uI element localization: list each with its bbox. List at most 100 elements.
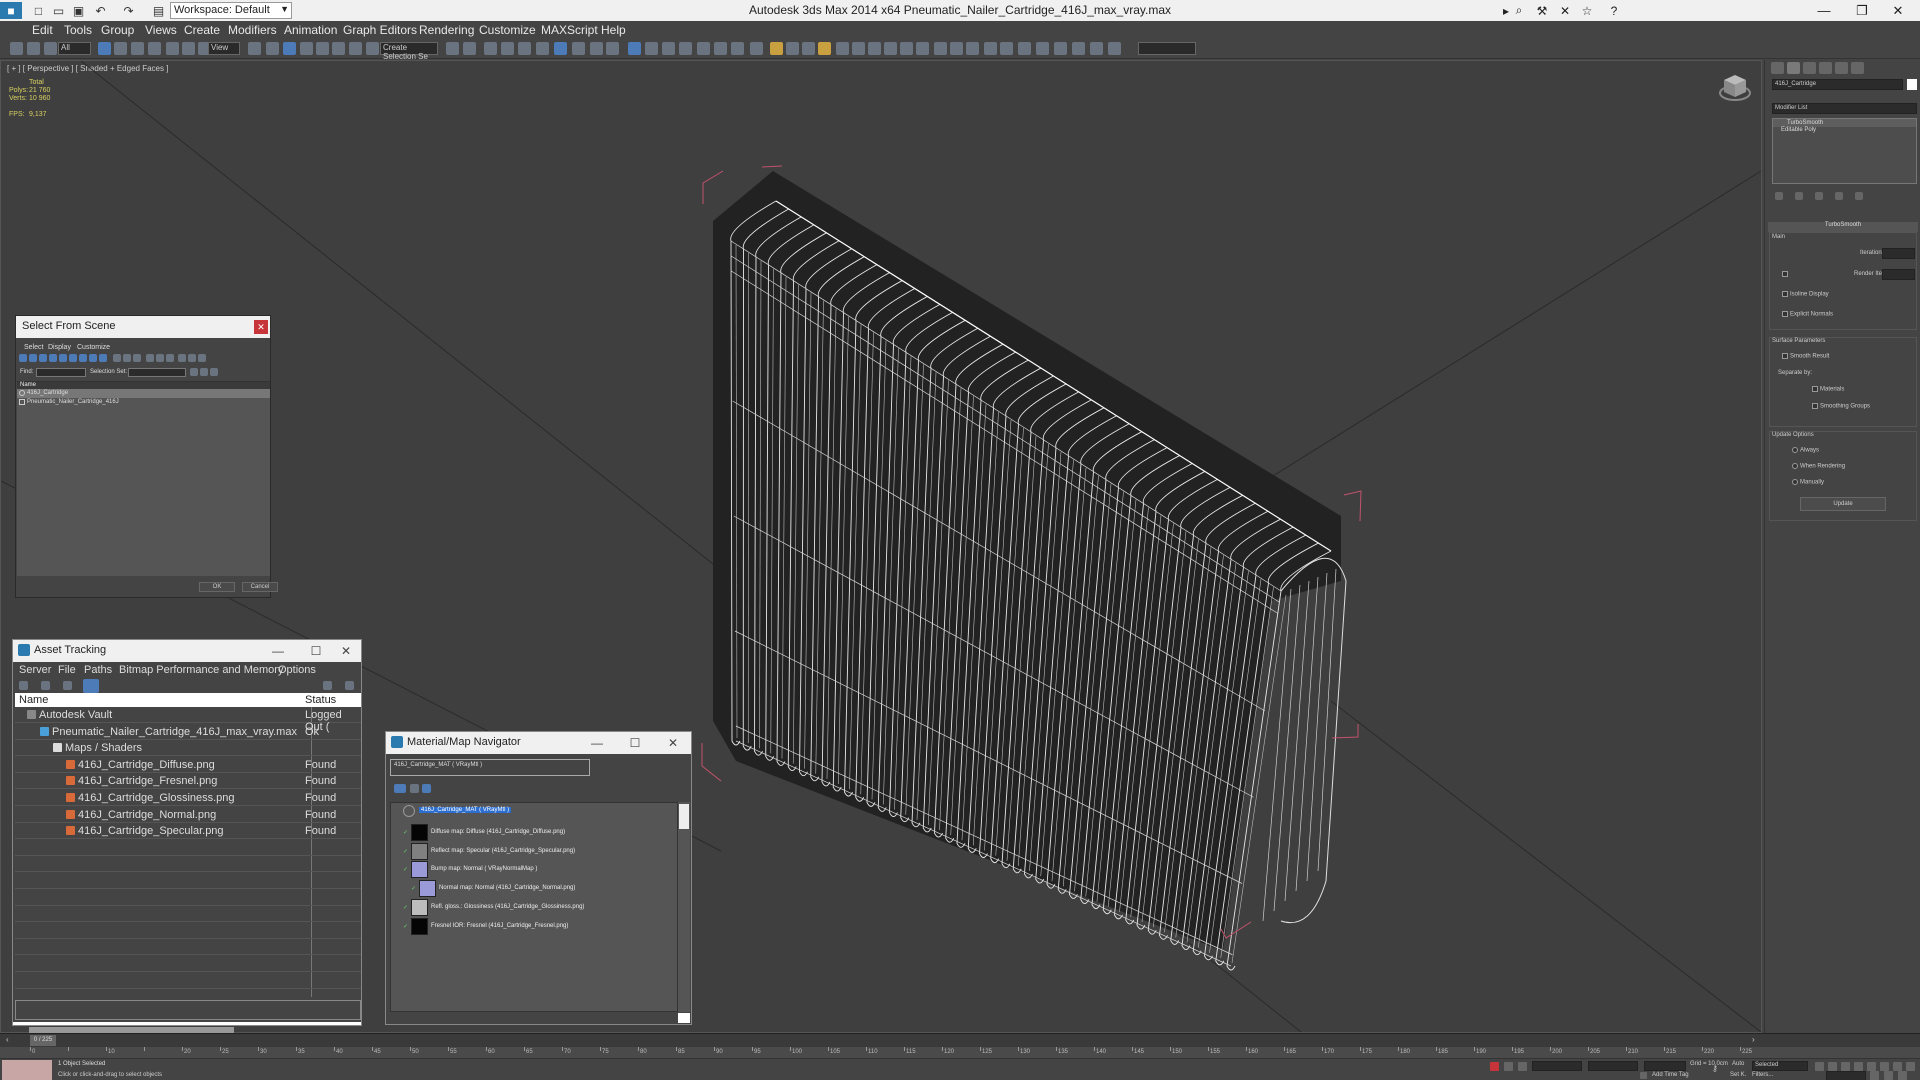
absolute-mode-icon[interactable] (1518, 1062, 1527, 1071)
create-tab-icon[interactable] (1771, 62, 1784, 74)
render-iters-checkbox[interactable] (1782, 271, 1790, 278)
key-filter-dropdown[interactable]: Selected (1752, 1061, 1808, 1071)
keyboard-shortcut-override-icon[interactable] (283, 42, 296, 55)
nailer-cartridge-wireframe[interactable] (713, 171, 1347, 971)
table-row[interactable] (15, 973, 361, 989)
current-frame-field[interactable] (1826, 1071, 1866, 1080)
vray-proxy-icon[interactable] (852, 42, 865, 55)
display-tab-icon[interactable] (1835, 62, 1848, 74)
render-setup-icon[interactable] (590, 42, 603, 55)
materials-checkbox[interactable]: Materials (1812, 386, 1844, 393)
motion-tab-icon[interactable] (1819, 62, 1832, 74)
vray-sphere-icon[interactable] (786, 42, 799, 55)
modify-tab-icon[interactable] (1787, 62, 1800, 74)
display-shapes-icon[interactable] (29, 354, 37, 362)
column-header-name[interactable]: Name (17, 382, 270, 389)
vray-light-lister-icon[interactable] (679, 42, 692, 55)
viewport-layout-dropdown[interactable] (1138, 42, 1196, 55)
turbosmooth-rollout-header[interactable]: TurboSmooth (1768, 222, 1918, 232)
modifier-stack-item-editable-poly[interactable]: Editable Poly (1773, 127, 1916, 133)
named-selection-sets-dropdown[interactable]: Create Selection Se (380, 42, 438, 61)
vray-sky-icon[interactable] (934, 42, 947, 55)
vray-sun-icon[interactable] (714, 42, 727, 55)
vray-help-icon[interactable] (1036, 42, 1049, 55)
snaps-toggle-icon[interactable] (300, 42, 313, 55)
display-all-icon[interactable] (113, 354, 121, 362)
smoothing-groups-checkbox[interactable]: Smoothing Groups (1812, 403, 1870, 410)
object-name-field[interactable]: 416J_Cartridge (1772, 79, 1903, 90)
time-slider[interactable]: 0 / 225 ‹ › (0, 1033, 1920, 1047)
maximize-button[interactable]: ☐ (620, 733, 650, 753)
select-manipulate-icon[interactable] (266, 42, 279, 55)
table-row[interactable]: Pneumatic_Nailer_Cartridge_416J_max_vray… (15, 724, 361, 740)
menu-maxscript[interactable]: MAXScript (541, 23, 598, 37)
column-header-status[interactable]: Status (305, 694, 336, 706)
table-row[interactable] (15, 956, 361, 972)
pivot-center-icon[interactable] (248, 42, 261, 55)
menu-customize[interactable]: Customize (479, 23, 536, 37)
vray-rt-icon[interactable] (984, 42, 997, 55)
maximize-viewport-icon[interactable] (1906, 1062, 1915, 1071)
manually-radio[interactable]: Manually (1792, 479, 1824, 486)
configure-modifier-sets-icon[interactable] (1855, 192, 1863, 200)
scroll-thumb[interactable] (679, 804, 689, 829)
vray-toolbar-icon[interactable] (628, 42, 641, 55)
select-link-icon[interactable] (10, 42, 23, 55)
at-menu-bitmap-performance[interactable]: Bitmap Performance and Memory (119, 664, 283, 676)
reference-coordinate-dropdown[interactable]: View (208, 42, 240, 55)
vray-sunlight-icon[interactable] (818, 42, 831, 55)
subscription-icon[interactable]: ⚒ (1533, 2, 1551, 19)
vertical-scrollbar[interactable] (678, 802, 690, 1012)
view-small-icons-icon[interactable] (422, 784, 431, 793)
percent-snap-icon[interactable] (332, 42, 345, 55)
vray-lens-icon[interactable] (1000, 42, 1013, 55)
map-enabled-check-icon[interactable]: ✓ (403, 829, 408, 836)
time-slider-thumb[interactable]: 0 / 225 (30, 1035, 56, 1046)
map-enabled-check-icon[interactable]: ✓ (411, 885, 416, 892)
orbit-icon[interactable] (1893, 1062, 1902, 1071)
sfs-menu-customize[interactable]: Customize (77, 344, 110, 351)
prev-frame-icon[interactable]: ‹ (6, 1035, 9, 1044)
make-unique-icon[interactable] (1815, 192, 1823, 200)
pin-stack-icon[interactable] (1775, 192, 1783, 200)
mirror-icon[interactable] (446, 42, 459, 55)
table-row[interactable] (15, 890, 361, 906)
tree-view-icon[interactable] (63, 681, 72, 690)
list-item[interactable]: 416J_Cartridge (17, 389, 270, 398)
display-bones-icon[interactable] (99, 354, 107, 362)
list-item[interactable]: Pneumatic_Nailer_Cartridge_416J (17, 398, 270, 407)
vray-camera-icon[interactable] (731, 42, 744, 55)
vray-toon-icon[interactable] (950, 42, 963, 55)
table-row[interactable]: Autodesk Vault Logged Out ( (15, 707, 361, 733)
next-key-icon[interactable] (1854, 1062, 1863, 1071)
layer-manager-icon[interactable] (501, 42, 514, 55)
map-node[interactable]: ✓ Reflect map: Specular (416J_Cartridge_S… (391, 842, 671, 860)
sfs-menu-select[interactable]: Select (24, 344, 43, 351)
options-icon[interactable] (345, 681, 354, 690)
sfs-option-icon[interactable] (190, 368, 198, 376)
zoom-extents-icon[interactable] (1880, 1062, 1889, 1071)
key-mode-icon[interactable] (1870, 1071, 1879, 1080)
menu-animation[interactable]: Animation (284, 23, 337, 37)
selection-filter-dropdown[interactable]: All (58, 42, 91, 55)
minimize-button[interactable]: — (263, 641, 293, 661)
favorites-star-icon[interactable]: ☆ (1578, 2, 1596, 19)
asset-path-field[interactable] (15, 1000, 361, 1020)
map-node[interactable]: ✓ Bump map: Normal ( VRayNormalMap ) (391, 861, 671, 879)
table-row[interactable] (15, 856, 361, 873)
viewcube-icon[interactable] (1719, 73, 1751, 103)
close-icon[interactable]: ✕ (254, 320, 268, 334)
project-folder-icon[interactable]: ▤ (150, 2, 167, 19)
at-menu-options[interactable]: Options (278, 664, 316, 676)
z-coordinate-field[interactable] (1644, 1061, 1686, 1071)
menu-create[interactable]: Create (184, 23, 220, 37)
undo-icon[interactable]: ↶ (92, 2, 109, 19)
table-row[interactable]: 416J_Cartridge_Glossiness.png Found (15, 790, 361, 806)
key-filters-button[interactable]: Filters... (1752, 1072, 1773, 1078)
menu-edit[interactable]: Edit (32, 23, 53, 37)
view-icons-icon[interactable] (410, 784, 419, 793)
move-icon[interactable] (166, 42, 179, 55)
select-invert-icon[interactable] (166, 354, 174, 362)
next-frame-icon[interactable]: › (1752, 1035, 1755, 1044)
y-coordinate-field[interactable] (1588, 1061, 1638, 1071)
